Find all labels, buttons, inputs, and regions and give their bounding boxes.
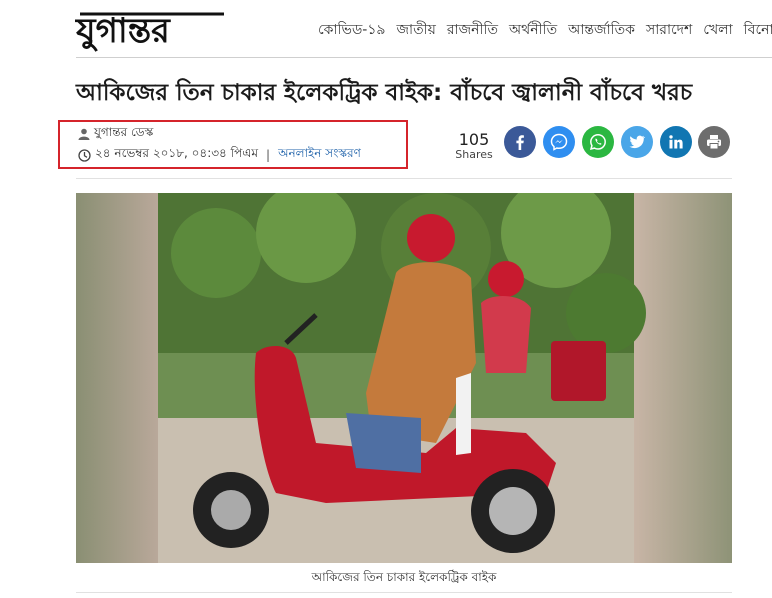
whatsapp-share-button[interactable]: [582, 126, 614, 158]
nav-item-politics[interactable]: রাজনীতি: [447, 18, 498, 40]
facebook-icon: [516, 135, 524, 150]
caption-divider: [76, 592, 732, 593]
header-divider: [76, 57, 772, 58]
article-photo: [76, 193, 732, 563]
clock-icon: [78, 148, 91, 162]
whatsapp-icon: [589, 134, 606, 151]
print-icon: [707, 135, 721, 150]
nav-item-sports[interactable]: খেলা: [703, 18, 732, 40]
edition-link[interactable]: অনলাইন সংস্করণ: [278, 145, 361, 165]
twitter-share-button[interactable]: [621, 126, 653, 158]
logo-mark: যুগান্তর: [75, 11, 224, 52]
article-headline: আকিজের তিন চাকার ইলেকট্রিক বাইক: বাঁচবে …: [76, 80, 693, 106]
nav-item-entertainment[interactable]: বিনোদন: [744, 18, 772, 40]
share-divider: [76, 178, 732, 179]
logo-text: যুগান্তর: [75, 11, 171, 52]
share-label: Shares: [455, 148, 493, 161]
messenger-share-button[interactable]: [543, 126, 575, 158]
author-name: যুগান্তর ডেস্ক: [94, 125, 154, 139]
linkedin-icon: [669, 135, 683, 149]
nav-item-covid[interactable]: কোভিড-১৯: [318, 18, 386, 40]
main-nav: কোভিড-১৯ জাতীয় রাজনীতি অর্থনীতি আন্তর্জ…: [318, 18, 772, 40]
nav-item-international[interactable]: আন্তর্জাতিক: [568, 18, 635, 40]
publish-date: ২৪ নভেম্বর ২০১৮, ০৪:৩৪ পিএম: [95, 146, 259, 160]
share-count: 105: [458, 130, 490, 149]
nav-item-economy[interactable]: অর্থনীতি: [509, 18, 557, 40]
photo-caption: আকিজের তিন চাকার ইলেকট্রিক বাইক: [311, 570, 497, 584]
messenger-icon: [550, 133, 568, 151]
author-row: যুগান্তর ডেস্ক: [78, 124, 153, 144]
nav-item-country[interactable]: সারাদেশ: [646, 18, 692, 40]
twitter-icon: [629, 135, 646, 149]
photo-illustration: [76, 193, 732, 563]
facebook-share-button[interactable]: [504, 126, 536, 158]
print-button[interactable]: [698, 126, 730, 158]
site-logo[interactable]: যুগান্তর: [74, 8, 244, 52]
user-icon: [78, 128, 90, 140]
date-row: ২৪ নভেম্বর ২০১৮, ০৪:৩৪ পিএম | অনলাইন সংস…: [78, 145, 361, 165]
linkedin-share-button[interactable]: [660, 126, 692, 158]
byline-separator: |: [266, 148, 271, 162]
nav-item-national[interactable]: জাতীয়: [397, 18, 436, 40]
